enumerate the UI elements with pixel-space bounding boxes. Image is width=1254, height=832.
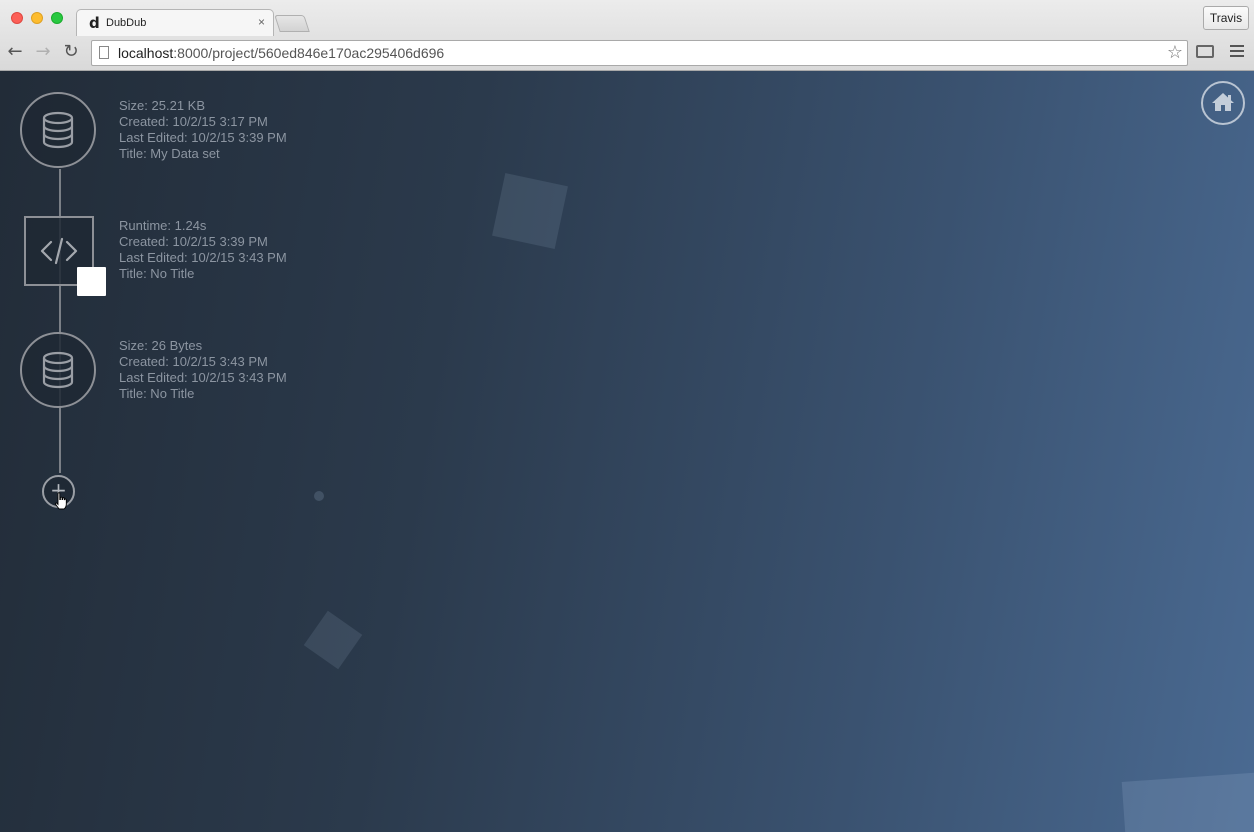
code-icon (40, 237, 78, 265)
node-last-edited: Last Edited: 10/2/15 3:43 PM (119, 370, 287, 385)
browser-tab[interactable]: d DubDub × (76, 9, 274, 36)
decorative-square (1121, 772, 1254, 832)
node-runtime: Runtime: 1.24s (119, 218, 207, 233)
new-tab-button[interactable] (274, 15, 310, 32)
page-icon (99, 46, 109, 59)
address-bar[interactable]: localhost:8000/project/560ed846e170ac295… (91, 40, 1188, 66)
database-icon (42, 351, 74, 389)
dataset-node[interactable] (20, 332, 96, 408)
home-button[interactable] (1201, 81, 1245, 125)
close-window-button[interactable] (11, 12, 23, 24)
maximize-window-button[interactable] (51, 12, 63, 24)
database-icon (42, 111, 74, 149)
browser-chrome: d DubDub × Travis ← → ↻ localhost:8000/p… (0, 0, 1254, 71)
url-host: localhost (118, 45, 174, 61)
node-title: Title: No Title (119, 386, 195, 401)
node-last-edited: Last Edited: 10/2/15 3:43 PM (119, 250, 287, 265)
url-path: :8000/project/560ed846e170ac295406d696 (173, 45, 445, 61)
back-arrow-icon[interactable]: ← (5, 41, 25, 63)
node-size: Size: 25.21 KB (119, 98, 205, 113)
decorative-square (492, 173, 568, 249)
page-viewport: Size: 25.21 KB Created: 10/2/15 3:17 PM … (0, 71, 1254, 832)
node-title: Title: No Title (119, 266, 195, 281)
reload-icon[interactable]: ↻ (61, 41, 81, 63)
home-icon (1212, 93, 1234, 111)
tab-title: DubDub (106, 17, 147, 29)
dataset-node-info: Size: 25.21 KB Created: 10/2/15 3:17 PM … (119, 98, 287, 162)
dataset-node[interactable] (20, 92, 96, 168)
node-created: Created: 10/2/15 3:17 PM (119, 114, 268, 129)
profile-button[interactable]: Travis (1203, 6, 1249, 30)
node-last-edited: Last Edited: 10/2/15 3:39 PM (119, 130, 287, 145)
favicon-icon: d (89, 14, 100, 32)
url-text[interactable]: localhost:8000/project/560ed846e170ac295… (118, 45, 444, 61)
node-title: Title: My Data set (119, 146, 220, 161)
cast-icon[interactable] (1196, 45, 1214, 58)
minimize-window-button[interactable] (31, 12, 43, 24)
node-created: Created: 10/2/15 3:39 PM (119, 234, 268, 249)
hand-cursor-icon (55, 492, 67, 510)
script-node-info: Runtime: 1.24s Created: 10/2/15 3:39 PM … (119, 218, 287, 282)
pipeline-connector-line (59, 169, 61, 473)
node-created: Created: 10/2/15 3:43 PM (119, 354, 268, 369)
script-status-badge[interactable] (77, 267, 106, 296)
forward-arrow-icon[interactable]: → (33, 41, 53, 63)
dataset-node-info: Size: 26 Bytes Created: 10/2/15 3:43 PM … (119, 338, 287, 402)
node-size: Size: 26 Bytes (119, 338, 203, 353)
decorative-dot (314, 491, 324, 501)
decorative-square (303, 610, 363, 670)
menu-icon[interactable] (1230, 45, 1244, 60)
tab-close-icon[interactable]: × (258, 15, 265, 29)
bookmark-star-icon[interactable]: ☆ (1167, 42, 1183, 63)
